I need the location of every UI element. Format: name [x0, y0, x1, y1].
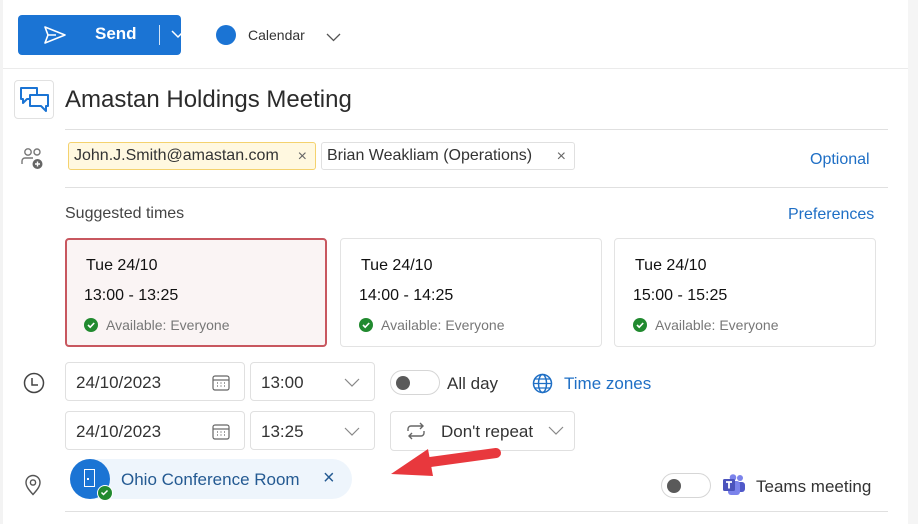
start-time-value: 13:00: [261, 373, 304, 392]
send-options-chevron-icon[interactable]: [170, 28, 186, 40]
attendee-chip[interactable]: John.J.Smith@amastan.com ×: [68, 142, 316, 170]
optional-attendees-link[interactable]: Optional: [810, 151, 870, 169]
chevron-down-icon: [344, 427, 360, 436]
add-people-icon: [21, 148, 43, 169]
room-available-check-icon: [97, 485, 113, 501]
calendar-selector[interactable]: Calendar: [248, 27, 305, 43]
slot-day: Tue 24/10: [361, 257, 433, 274]
availability-text: Available: Everyone: [381, 317, 505, 333]
calendar-picker-icon[interactable]: [212, 424, 230, 440]
end-time-select[interactable]: 13:25: [250, 411, 375, 450]
calendar-color-dot: [216, 25, 236, 45]
slot-time: 14:00 - 14:25: [359, 287, 454, 304]
time-zones-link[interactable]: Time zones: [564, 374, 651, 394]
slot-availability: Available: Everyone: [633, 317, 778, 333]
slot-availability: Available: Everyone: [359, 317, 504, 333]
end-date-value: 24/10/2023: [76, 422, 162, 441]
teams-icon: [723, 474, 745, 495]
attendee-name: John.J.Smith@amastan.com: [74, 147, 279, 164]
all-day-toggle[interactable]: [390, 370, 440, 395]
repeat-icon: [407, 422, 425, 440]
divider: [65, 187, 888, 188]
availability-text: Available: Everyone: [655, 317, 779, 333]
slot-day: Tue 24/10: [635, 257, 707, 274]
end-time-value: 13:25: [261, 422, 304, 441]
available-check-icon: [633, 318, 647, 332]
toolbar-divider: [3, 68, 908, 69]
door-icon: [84, 469, 95, 487]
preferences-link[interactable]: Preferences: [788, 206, 874, 224]
remove-attendee-close-icon[interactable]: ×: [557, 148, 566, 166]
start-date-input[interactable]: 24/10/2023: [65, 362, 245, 401]
teams-meeting-label: Teams meeting: [756, 477, 872, 496]
attendee-chip[interactable]: Brian Weakliam (Operations) ×: [321, 142, 575, 170]
chat-bubbles-icon: [20, 87, 49, 112]
slot-time: 13:00 - 13:25: [84, 287, 179, 304]
suggested-time-slot[interactable]: Tue 24/10 15:00 - 15:25 Available: Every…: [614, 238, 876, 347]
available-check-icon: [359, 318, 373, 332]
scrollbar-track[interactable]: [908, 0, 918, 524]
divider: [65, 511, 888, 512]
repeat-value: Don't repeat: [441, 422, 534, 441]
teams-meeting-toggle[interactable]: [661, 473, 711, 498]
remove-room-close-icon[interactable]: ×: [323, 467, 335, 490]
calendar-picker-icon[interactable]: [212, 375, 230, 391]
send-button[interactable]: Send: [18, 15, 185, 55]
suggested-time-slot[interactable]: Tue 24/10 14:00 - 14:25 Available: Every…: [340, 238, 602, 347]
send-divider: [159, 25, 160, 45]
send-icon: [44, 26, 66, 44]
availability-text: Available: Everyone: [106, 317, 230, 333]
event-title-input[interactable]: Amastan Holdings Meeting: [65, 86, 352, 114]
toggle-knob: [667, 479, 681, 493]
remove-attendee-close-icon[interactable]: ×: [298, 148, 307, 166]
slot-availability: Available: Everyone: [84, 317, 229, 333]
location-room-chip[interactable]: Ohio Conference Room ×: [70, 459, 352, 501]
slot-day: Tue 24/10: [86, 257, 158, 274]
start-time-select[interactable]: 13:00: [250, 362, 375, 401]
attendee-name: Brian Weakliam (Operations): [327, 147, 533, 164]
suggested-time-slot[interactable]: Tue 24/10 13:00 - 13:25 Available: Every…: [65, 238, 327, 347]
chevron-down-icon: [548, 426, 564, 435]
calendar-chevron-down-icon[interactable]: [325, 31, 342, 43]
slot-time: 15:00 - 15:25: [633, 287, 728, 304]
location-pin-icon: [25, 474, 41, 496]
start-date-value: 24/10/2023: [76, 373, 162, 392]
available-check-icon: [84, 318, 98, 332]
end-date-input[interactable]: 24/10/2023: [65, 411, 245, 450]
all-day-label: All day: [447, 374, 499, 393]
chevron-down-icon: [344, 378, 360, 387]
toggle-knob: [396, 376, 410, 390]
annotation-arrow: [391, 448, 501, 476]
divider: [65, 129, 888, 130]
send-label: Send: [95, 24, 137, 43]
clock-icon: [23, 372, 45, 394]
room-name: Ohio Conference Room: [121, 470, 300, 489]
globe-icon: [532, 373, 553, 394]
event-type-button[interactable]: [14, 80, 54, 119]
suggested-times-label: Suggested times: [65, 205, 185, 222]
